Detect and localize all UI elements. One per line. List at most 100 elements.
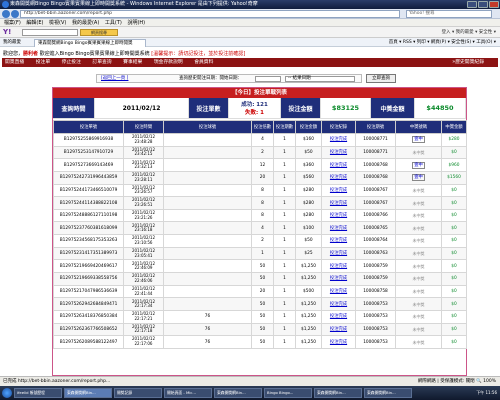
nav-member[interactable]: 會員資料 <box>194 60 213 65</box>
back-icon[interactable] <box>2 10 10 18</box>
cell-bet-balls <box>163 133 252 147</box>
address-input[interactable]: http://bet-bbin.aazoner.com/report.php <box>20 10 400 18</box>
menu-tools[interactable]: 工具(T) <box>105 20 122 26</box>
menu-file[interactable]: 檔案(F) <box>4 20 21 26</box>
taskbar-item[interactable]: Bingo Bingo... <box>264 388 312 398</box>
taskbar-item[interactable]: 開獎記錄 <box>114 388 162 398</box>
taskbar-item[interactable]: 東森開獎網Bin... <box>64 388 112 398</box>
window-controls <box>467 1 499 8</box>
cell-bet-draw: 100008764 <box>355 234 396 248</box>
status-zone[interactable]: 網際網路 | 受保護模式: 關閉 🔍 100% <box>418 377 496 386</box>
menu-help[interactable]: 說明(H) <box>127 20 145 26</box>
nav-bet-slip[interactable]: 投注單 <box>36 60 50 65</box>
lose-text: 未中獎 <box>412 339 425 345</box>
nav-history[interactable]: »歷史開獎紀錄 <box>452 58 484 67</box>
start-button[interactable] <box>2 388 12 398</box>
cell-bet-record[interactable]: 投注完成 <box>321 335 356 349</box>
query-date: 2011/02/12 <box>95 98 189 119</box>
cell-bet-record[interactable]: 投注完成 <box>321 297 356 311</box>
cell-bet-record[interactable]: 投注完成 <box>321 272 356 286</box>
win-amount-label: 中獎金額 <box>371 98 415 119</box>
cell-bet-record[interactable]: 投注完成 <box>321 183 356 198</box>
cell-bet-result: 壹中 <box>395 133 442 147</box>
taskbar-item[interactable]: 開始頁面 - Mic... <box>164 388 212 398</box>
menu-edit[interactable]: 編輯(E) <box>26 20 43 26</box>
taskbar: ifeelid 帳號歷程 東森開獎網Bin... 開獎記錄 開始頁面 - Mic… <box>0 386 500 400</box>
cell-bet-record[interactable]: 投注完成 <box>321 322 356 337</box>
cell-bet-periods: 1 <box>273 221 296 236</box>
cell-bet-time: 2011/02/12 23:42:15 <box>123 145 164 160</box>
cell-bet-result: 壹中 <box>395 170 442 185</box>
cell-bet-time: 2011/02/12 22:46:06 <box>123 272 164 286</box>
cell-bet-multiplier: 2 <box>251 145 274 160</box>
table-header-row: 投注單號 投注時間 投注球號 投注倍數 投注期數 投注金額 投注紀錄 投注期號 … <box>53 120 467 134</box>
forward-icon[interactable] <box>11 10 19 18</box>
cell-bet-record[interactable]: 投注完成 <box>321 145 356 160</box>
cell-bet-balls: 76 <box>163 322 252 337</box>
command-bar[interactable]: 首頁 ▾ RSS ▾ 列印 ▾ 網頁(P) ▾ 安全性(S) ▾ 工具(O) ▾ <box>389 39 496 46</box>
yahoo-search-button[interactable]: 網頁搜尋 <box>80 29 118 36</box>
nav-live[interactable]: 開獎直播 <box>5 60 24 65</box>
cell-bet-balls <box>163 158 252 172</box>
cell-bet-record[interactable]: 投注完成 <box>321 309 356 324</box>
nav-stop-bet[interactable]: 停止投注 <box>62 60 81 65</box>
col-multiplier: 投注倍數 <box>251 120 274 134</box>
cell-bet-record[interactable]: 投注完成 <box>321 158 356 172</box>
back-link[interactable]: [返回上一頁 ] <box>101 75 128 82</box>
page-content: 歡迎您，勝利者 歡迎進入Bingo Bingo賓果賓果線上即時開獎系統 [溫馨提… <box>0 47 500 376</box>
minimize-button[interactable] <box>467 1 477 8</box>
cell-bet-multiplier: 50 <box>251 335 274 349</box>
cell-bet-multiplier: 50 <box>251 259 274 274</box>
taskbar-item[interactable]: 東森開獎網Bin... <box>314 388 362 398</box>
cell-bet-record[interactable]: 投注完成 <box>321 259 356 274</box>
end-date-select[interactable]: -- 結果日期 <box>285 76 355 82</box>
yahoo-search-input[interactable] <box>22 29 78 36</box>
cell-bet-multiplier: 4 <box>251 221 274 236</box>
yahoo-logo[interactable]: Y! <box>3 28 11 37</box>
cell-bet-result: 未中獎 <box>395 145 442 160</box>
menu-view[interactable]: 檢視(V) <box>49 20 66 26</box>
cell-bet-record[interactable]: 投注完成 <box>321 208 356 223</box>
cell-bet-record[interactable]: 投注完成 <box>321 246 356 261</box>
close-button[interactable] <box>489 1 499 8</box>
username: 勝利者 <box>23 51 39 57</box>
cell-bet-record[interactable]: 投注完成 <box>321 284 356 299</box>
nav-deposit[interactable]: 現金存款說明 <box>154 60 183 65</box>
taskbar-item[interactable]: 東森開獎網Bin... <box>364 388 412 398</box>
site-nav: 開獎直播 投注單 停止投注 訂單查詢 賽事結果 現金存款說明 會員資料 »歷史開… <box>2 58 498 67</box>
cell-bet-record[interactable]: 投注完成 <box>321 221 356 236</box>
cell-bet-amount: $1,250 <box>295 272 322 286</box>
query-button[interactable]: 立即查詢 <box>366 74 396 83</box>
cell-bet-time: 2011/02/12 23:16:18 <box>123 221 164 236</box>
menu-favorites[interactable]: 我的最愛(A) <box>72 20 99 26</box>
query-time-label: 查詢時間 <box>53 98 95 119</box>
win-amount: $44850 <box>415 98 466 119</box>
cell-bet-result: 壹中 <box>395 158 442 172</box>
lose-text: 未中獎 <box>412 314 425 320</box>
browser-tab[interactable]: 東森開獎網Bingo Bingo賓果賓果線上即時開獎 <box>34 39 146 47</box>
cell-bet-record[interactable]: 投注完成 <box>321 133 356 147</box>
yahoo-toolbar: Y! 網頁搜尋 登入 ▾ 我的最愛 ▾ 安全性 ▾ <box>0 27 500 38</box>
cell-bet-win: $1560 <box>441 170 467 185</box>
cell-bet-result: 未中獎 <box>395 246 442 261</box>
status-text: 已完成 http://bet-bbin.aazoner.com/report.p… <box>3 379 111 384</box>
cell-bet-record[interactable]: 投注完成 <box>321 234 356 248</box>
browser-search-input[interactable]: Yahoo! 搜尋 <box>406 10 492 18</box>
cell-bet-record[interactable]: 投注完成 <box>321 170 356 185</box>
start-date-input[interactable] <box>255 76 281 82</box>
yahoo-toolbar-links[interactable]: 登入 ▾ 我的最愛 ▾ 安全性 ▾ <box>442 29 496 36</box>
taskbar-item[interactable]: ifeelid 帳號歷程 <box>14 388 62 398</box>
nav-order-query[interactable]: 訂單查詢 <box>92 60 111 65</box>
taskbar-item[interactable]: 東森開獎網Bin... <box>214 388 262 398</box>
favorites-button[interactable]: 我的最愛 <box>3 39 21 46</box>
nav-results[interactable]: 賽事結果 <box>123 60 142 65</box>
welcome-notice: [溫馨提示：請切記投注，並於投注前確認] <box>151 51 246 57</box>
cell-bet-win: $0 <box>441 234 467 248</box>
table-row: B12975234568175353263 2011/02/12 23:10:56… <box>53 234 467 248</box>
bet-table-body: B12975255869916938 2011/02/12 23:48:28 4 1 $… <box>53 133 467 349</box>
cell-bet-record[interactable]: 投注完成 <box>321 196 356 210</box>
table-row: B12975219669338558756 2011/02/12 22:46:06… <box>53 272 467 286</box>
cell-bet-balls <box>163 183 252 198</box>
table-row: B12975248886127110198 2011/02/12 23:21:26… <box>53 208 467 223</box>
maximize-button[interactable] <box>478 1 488 8</box>
